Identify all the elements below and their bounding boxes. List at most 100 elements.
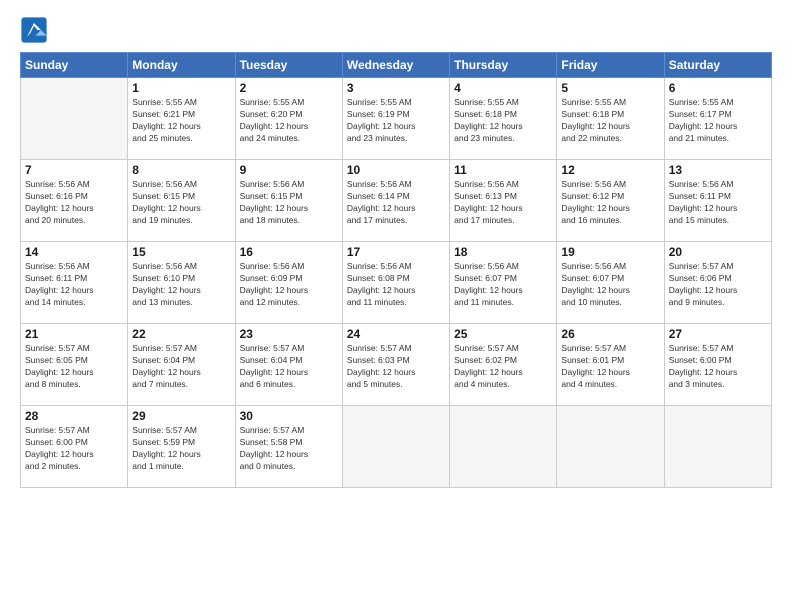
- day-number: 2: [240, 81, 338, 95]
- day-info: Sunrise: 5:57 AMSunset: 6:01 PMDaylight:…: [561, 343, 659, 391]
- calendar-cell: 13 Sunrise: 5:56 AMSunset: 6:11 PMDayligh…: [664, 160, 771, 242]
- day-number: 7: [25, 163, 123, 177]
- week-row-5: 28 Sunrise: 5:57 AMSunset: 6:00 PMDayligh…: [21, 406, 772, 488]
- calendar-cell: 23 Sunrise: 5:57 AMSunset: 6:04 PMDayligh…: [235, 324, 342, 406]
- calendar-cell: 4Sunrise: 5:55 AMSunset: 6:18 PMDaylight…: [450, 78, 557, 160]
- calendar-cell: 7 Sunrise: 5:56 AMSunset: 6:16 PMDaylight…: [21, 160, 128, 242]
- day-info: Sunrise: 5:55 AMSunset: 6:17 PMDaylight:…: [669, 97, 767, 145]
- day-info: Sunrise: 5:55 AMSunset: 6:20 PMDaylight:…: [240, 97, 338, 145]
- day-number: 23: [240, 327, 338, 341]
- day-info: Sunrise: 5:57 AMSunset: 6:05 PMDaylight:…: [25, 343, 123, 391]
- calendar-cell: 17 Sunrise: 5:56 AMSunset: 6:08 PMDayligh…: [342, 242, 449, 324]
- day-number: 17: [347, 245, 445, 259]
- calendar-cell: 11Sunrise: 5:56 AMSunset: 6:13 PMDayligh…: [450, 160, 557, 242]
- weekday-header-wednesday: Wednesday: [342, 53, 449, 78]
- day-number: 10: [347, 163, 445, 177]
- day-number: 9: [240, 163, 338, 177]
- day-number: 3: [347, 81, 445, 95]
- weekday-header-row: SundayMondayTuesdayWednesdayThursdayFrid…: [21, 53, 772, 78]
- day-info: Sunrise: 5:56 AMSunset: 6:13 PMDaylight:…: [454, 179, 552, 227]
- week-row-4: 21 Sunrise: 5:57 AMSunset: 6:05 PMDayligh…: [21, 324, 772, 406]
- day-number: 8: [132, 163, 230, 177]
- day-info: Sunrise: 5:57 AMSunset: 5:58 PMDaylight:…: [240, 425, 338, 473]
- calendar-cell: 14Sunrise: 5:56 AMSunset: 6:11 PMDayligh…: [21, 242, 128, 324]
- calendar-cell: [21, 78, 128, 160]
- calendar-cell: 2 Sunrise: 5:55 AMSunset: 6:20 PMDaylight…: [235, 78, 342, 160]
- calendar-cell: 9 Sunrise: 5:56 AMSunset: 6:15 PMDaylight…: [235, 160, 342, 242]
- day-info: Sunrise: 5:56 AMSunset: 6:11 PMDaylight:…: [25, 261, 123, 309]
- calendar-cell: [342, 406, 449, 488]
- logo: [20, 16, 52, 44]
- calendar-cell: 1 Sunrise: 5:55 AMSunset: 6:21 PMDaylight…: [128, 78, 235, 160]
- weekday-header-friday: Friday: [557, 53, 664, 78]
- page: SundayMondayTuesdayWednesdayThursdayFrid…: [0, 0, 792, 612]
- day-info: Sunrise: 5:56 AMSunset: 6:15 PMDaylight:…: [240, 179, 338, 227]
- calendar-table: SundayMondayTuesdayWednesdayThursdayFrid…: [20, 52, 772, 488]
- week-row-3: 14Sunrise: 5:56 AMSunset: 6:11 PMDayligh…: [21, 242, 772, 324]
- day-info: Sunrise: 5:56 AMSunset: 6:10 PMDaylight:…: [132, 261, 230, 309]
- day-info: Sunrise: 5:56 AMSunset: 6:14 PMDaylight:…: [347, 179, 445, 227]
- calendar-cell: 25 Sunrise: 5:57 AMSunset: 6:02 PMDayligh…: [450, 324, 557, 406]
- weekday-header-sunday: Sunday: [21, 53, 128, 78]
- day-number: 25: [454, 327, 552, 341]
- weekday-header-thursday: Thursday: [450, 53, 557, 78]
- calendar-cell: [664, 406, 771, 488]
- day-number: 1: [132, 81, 230, 95]
- day-info: Sunrise: 5:56 AMSunset: 6:07 PMDaylight:…: [454, 261, 552, 309]
- week-row-2: 7 Sunrise: 5:56 AMSunset: 6:16 PMDaylight…: [21, 160, 772, 242]
- calendar-cell: 10 Sunrise: 5:56 AMSunset: 6:14 PMDayligh…: [342, 160, 449, 242]
- logo-icon: [20, 16, 48, 44]
- day-info: Sunrise: 5:56 AMSunset: 6:09 PMDaylight:…: [240, 261, 338, 309]
- calendar-cell: 6 Sunrise: 5:55 AMSunset: 6:17 PMDaylight…: [664, 78, 771, 160]
- day-number: 30: [240, 409, 338, 423]
- calendar-cell: 15Sunrise: 5:56 AMSunset: 6:10 PMDayligh…: [128, 242, 235, 324]
- day-info: Sunrise: 5:56 AMSunset: 6:15 PMDaylight:…: [132, 179, 230, 227]
- day-number: 12: [561, 163, 659, 177]
- day-info: Sunrise: 5:57 AMSunset: 6:02 PMDaylight:…: [454, 343, 552, 391]
- weekday-header-saturday: Saturday: [664, 53, 771, 78]
- calendar-cell: 28 Sunrise: 5:57 AMSunset: 6:00 PMDayligh…: [21, 406, 128, 488]
- calendar-cell: 30 Sunrise: 5:57 AMSunset: 5:58 PMDayligh…: [235, 406, 342, 488]
- day-info: Sunrise: 5:57 AMSunset: 6:00 PMDaylight:…: [25, 425, 123, 473]
- day-number: 6: [669, 81, 767, 95]
- calendar-cell: 5 Sunrise: 5:55 AMSunset: 6:18 PMDaylight…: [557, 78, 664, 160]
- header: [20, 16, 772, 44]
- day-info: Sunrise: 5:56 AMSunset: 6:11 PMDaylight:…: [669, 179, 767, 227]
- day-number: 20: [669, 245, 767, 259]
- calendar-cell: 20 Sunrise: 5:57 AMSunset: 6:06 PMDayligh…: [664, 242, 771, 324]
- calendar-cell: 12Sunrise: 5:56 AMSunset: 6:12 PMDayligh…: [557, 160, 664, 242]
- calendar-cell: [557, 406, 664, 488]
- day-info: Sunrise: 5:56 AMSunset: 6:08 PMDaylight:…: [347, 261, 445, 309]
- day-info: Sunrise: 5:57 AMSunset: 6:06 PMDaylight:…: [669, 261, 767, 309]
- day-info: Sunrise: 5:57 AMSunset: 6:03 PMDaylight:…: [347, 343, 445, 391]
- day-number: 5: [561, 81, 659, 95]
- day-number: 22: [132, 327, 230, 341]
- calendar-cell: 16Sunrise: 5:56 AMSunset: 6:09 PMDayligh…: [235, 242, 342, 324]
- day-number: 13: [669, 163, 767, 177]
- calendar-cell: 21 Sunrise: 5:57 AMSunset: 6:05 PMDayligh…: [21, 324, 128, 406]
- day-info: Sunrise: 5:57 AMSunset: 5:59 PMDaylight:…: [132, 425, 230, 473]
- day-number: 18: [454, 245, 552, 259]
- week-row-1: 1 Sunrise: 5:55 AMSunset: 6:21 PMDaylight…: [21, 78, 772, 160]
- day-info: Sunrise: 5:56 AMSunset: 6:07 PMDaylight:…: [561, 261, 659, 309]
- day-number: 27: [669, 327, 767, 341]
- day-number: 28: [25, 409, 123, 423]
- calendar-cell: 22 Sunrise: 5:57 AMSunset: 6:04 PMDayligh…: [128, 324, 235, 406]
- weekday-header-monday: Monday: [128, 53, 235, 78]
- day-number: 26: [561, 327, 659, 341]
- calendar-cell: 19 Sunrise: 5:56 AMSunset: 6:07 PMDayligh…: [557, 242, 664, 324]
- day-number: 24: [347, 327, 445, 341]
- day-info: Sunrise: 5:57 AMSunset: 6:00 PMDaylight:…: [669, 343, 767, 391]
- day-number: 21: [25, 327, 123, 341]
- calendar-cell: 8 Sunrise: 5:56 AMSunset: 6:15 PMDaylight…: [128, 160, 235, 242]
- day-number: 19: [561, 245, 659, 259]
- day-info: Sunrise: 5:55 AMSunset: 6:21 PMDaylight:…: [132, 97, 230, 145]
- calendar-cell: [450, 406, 557, 488]
- day-info: Sunrise: 5:57 AMSunset: 6:04 PMDaylight:…: [132, 343, 230, 391]
- calendar-cell: 24 Sunrise: 5:57 AMSunset: 6:03 PMDayligh…: [342, 324, 449, 406]
- day-info: Sunrise: 5:55 AMSunset: 6:18 PMDaylight:…: [561, 97, 659, 145]
- day-info: Sunrise: 5:56 AMSunset: 6:16 PMDaylight:…: [25, 179, 123, 227]
- day-info: Sunrise: 5:57 AMSunset: 6:04 PMDaylight:…: [240, 343, 338, 391]
- day-number: 29: [132, 409, 230, 423]
- calendar-cell: 18 Sunrise: 5:56 AMSunset: 6:07 PMDayligh…: [450, 242, 557, 324]
